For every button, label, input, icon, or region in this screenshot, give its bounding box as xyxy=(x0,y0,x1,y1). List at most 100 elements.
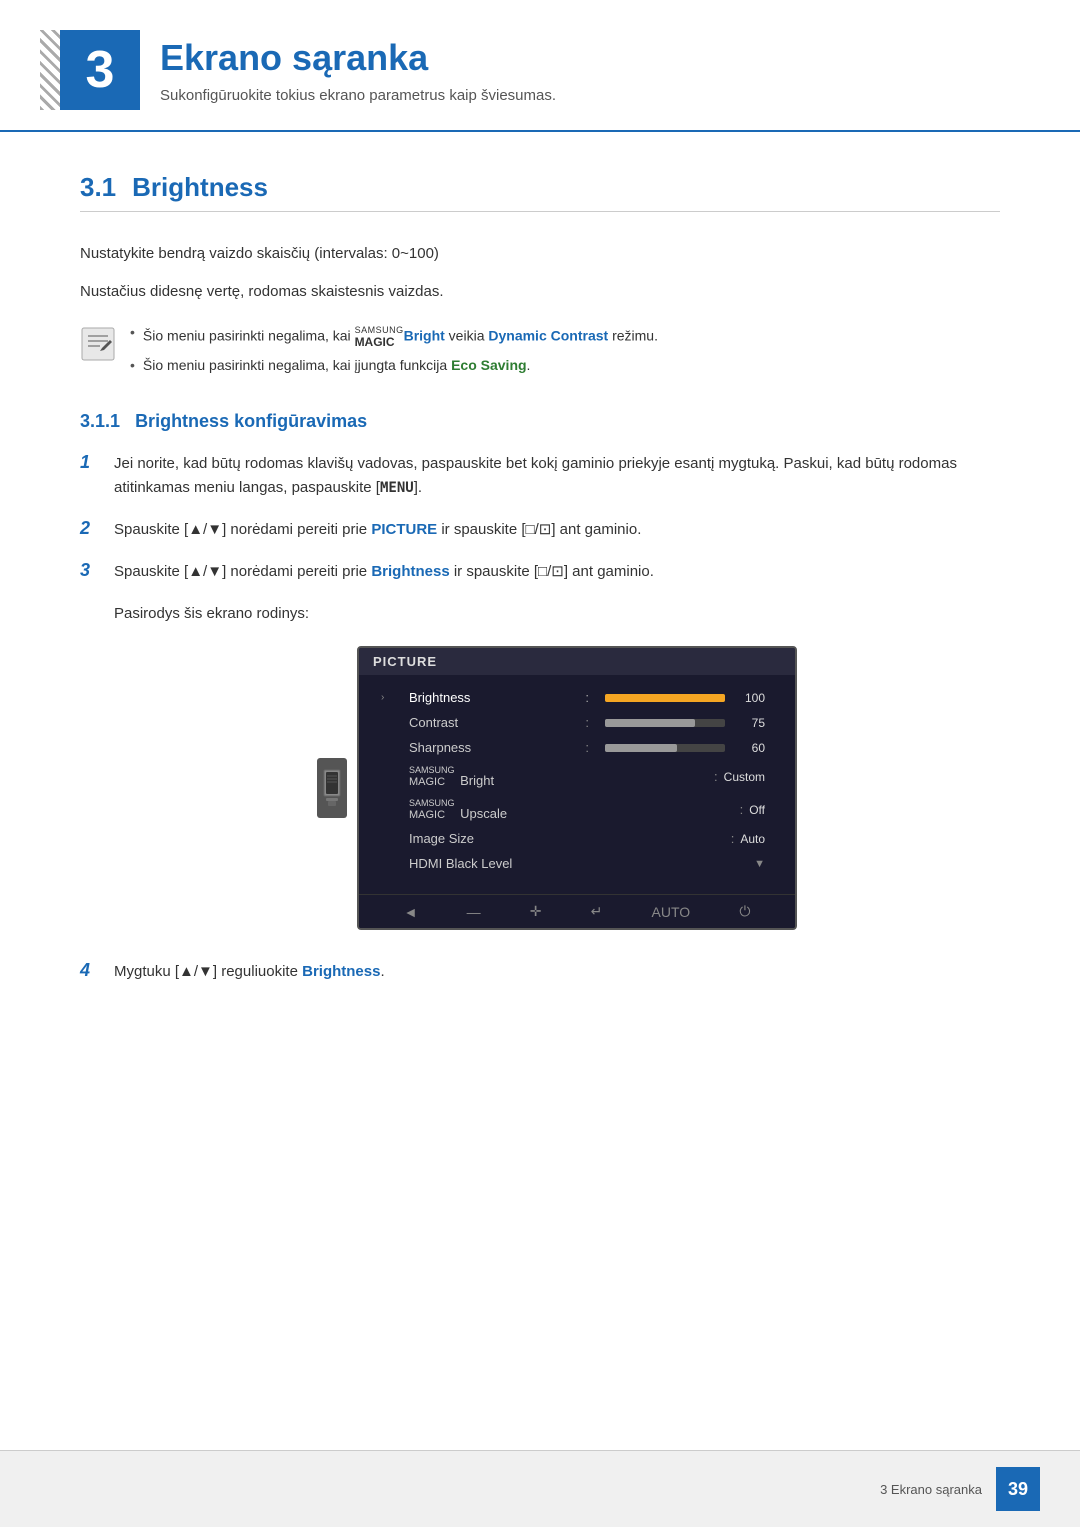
chapter-subtitle: Sukonfigūruokite tokius ekrano parametru… xyxy=(160,87,1020,104)
colon-image-size: : xyxy=(731,831,735,846)
chapter-number-block: 3 xyxy=(60,30,140,110)
step-number-2: 2 xyxy=(80,518,100,539)
brightness-bar-fill xyxy=(605,694,725,702)
monitor-icon-svg xyxy=(322,768,342,808)
sharpness-bar xyxy=(605,744,725,752)
note-text-2: Šio meniu pasirinkti negalima, kai įjung… xyxy=(143,357,531,373)
subsection-title-text: Brightness konfigūravimas xyxy=(135,411,367,431)
colon-contrast: : xyxy=(585,715,589,730)
menu-label-magic-upscale: SAMSUNG MAGIC Upscale xyxy=(409,798,734,821)
step-number-4: 4 xyxy=(80,960,100,981)
colon-upscale: : xyxy=(740,802,744,817)
menu-row-magic-upscale: SAMSUNG MAGIC Upscale : Off xyxy=(359,793,795,826)
menu-row-sharpness: Sharpness : 60 xyxy=(359,735,795,760)
note-lines: • Šio meniu pasirinkti negalima, kai SAM… xyxy=(130,324,1000,381)
bottom-icon-plus: ✛ xyxy=(530,903,542,920)
section-title: Brightness xyxy=(132,172,268,203)
menu-row-contrast: Contrast : 75 xyxy=(359,710,795,735)
note-text-1: Šio meniu pasirinkti negalima, kai SAMSU… xyxy=(143,324,658,349)
contrast-bar-fill xyxy=(605,719,695,727)
dynamic-contrast-highlight: Dynamic Contrast xyxy=(488,327,608,343)
note-line-1: • Šio meniu pasirinkti negalima, kai SAM… xyxy=(130,324,1000,349)
step-number-1: 1 xyxy=(80,452,100,473)
subsection-number: 3.1.1 xyxy=(80,411,120,431)
monitor-side-icon xyxy=(317,758,347,818)
step-text-3: Spauskite [▲/▼] norėdami pereiti prie Br… xyxy=(114,560,1000,584)
upscale-label: Upscale xyxy=(460,806,507,821)
contrast-value: 75 xyxy=(735,716,765,730)
step-3: 3 Spauskite [▲/▼] norėdami pereiti prie … xyxy=(80,560,1000,584)
colon-brightness: : xyxy=(585,690,589,705)
step-text-2: Spauskite [▲/▼] norėdami pereiti prie PI… xyxy=(114,518,1000,542)
footer-chapter-name: 3 Ekrano sąranka xyxy=(880,1482,982,1497)
chapter-title-block: Ekrano sąranka Sukonfigūruokite tokius e… xyxy=(160,37,1020,104)
monitor-display: PICTURE › Brightness : 100 Contra xyxy=(357,646,797,930)
colon-magic-bright: : xyxy=(714,769,718,784)
menu-label-sharpness: Sharpness xyxy=(409,740,579,755)
step-text-1: Jei norite, kad būtų rodomas klavišų vad… xyxy=(114,452,1000,500)
monitor-content: › Brightness : 100 Contrast : xyxy=(359,675,795,886)
menu-label-brightness: Brightness xyxy=(409,690,579,705)
section-header: 3.1 Brightness xyxy=(80,172,1000,212)
footer-page-number: 39 xyxy=(996,1467,1040,1511)
menu-label-magic-bright: SAMSUNG MAGIC Bright xyxy=(409,765,708,788)
step-2: 2 Spauskite [▲/▼] norėdami pereiti prie … xyxy=(80,518,1000,542)
page-footer: 3 Ekrano sąranka 39 xyxy=(0,1450,1080,1527)
bottom-icon-left: ◄ xyxy=(404,904,418,920)
menu-row-hdmi: HDMI Black Level ▼ xyxy=(359,851,795,876)
menu-row-image-size: Image Size : Auto xyxy=(359,826,795,851)
menu-key: MENU xyxy=(380,480,414,496)
monitor-wrapper: PICTURE › Brightness : 100 Contra xyxy=(317,646,797,930)
bullet-1: • xyxy=(130,324,135,340)
body-text-1: Nustatykite bendrą vaizdo skaisčių (inte… xyxy=(80,242,1000,266)
bright-highlight: Bright xyxy=(404,327,445,343)
bright-label: Bright xyxy=(460,773,494,788)
page-header: 3 Ekrano sąranka Sukonfigūruokite tokius… xyxy=(0,0,1080,132)
step-1: 1 Jei norite, kad būtų rodomas klavišų v… xyxy=(80,452,1000,500)
samsung-magic-brand: SAMSUNGMAGIC xyxy=(355,324,404,349)
note-line-2: • Šio meniu pasirinkti negalima, kai įju… xyxy=(130,357,1000,373)
monitor-bottom-bar: ◄ — ✛ ↵ AUTO ⏻ xyxy=(359,894,795,928)
brightness-highlight-step3: Brightness xyxy=(371,563,449,580)
sharpness-bar-fill xyxy=(605,744,677,752)
sharpness-value: 60 xyxy=(735,741,765,755)
brightness-highlight-step4: Brightness xyxy=(302,963,380,980)
menu-row-magic-bright: SAMSUNG MAGIC Bright : Custom xyxy=(359,760,795,793)
samsung-text-2: SAMSUNG MAGIC xyxy=(409,798,455,821)
picture-highlight: PICTURE xyxy=(371,521,437,538)
colon-sharpness: : xyxy=(585,740,589,755)
bottom-icon-power: ⏻ xyxy=(739,903,750,920)
note-box: • Šio meniu pasirinkti negalima, kai SAM… xyxy=(80,324,1000,381)
menu-label-hdmi: HDMI Black Level xyxy=(409,856,754,871)
chapter-title: Ekrano sąranka xyxy=(160,37,1020,79)
bottom-icon-auto: AUTO xyxy=(652,904,691,920)
image-size-value: Auto xyxy=(740,832,765,846)
magic-bright-value: Custom xyxy=(724,770,765,784)
step-4: 4 Mygtuku [▲/▼] reguliuokite Brightness. xyxy=(80,960,1000,984)
samsung-text: SAMSUNG MAGIC xyxy=(409,765,455,788)
body-text-2: Nustačius didesnę vertę, rodomas skaiste… xyxy=(80,280,1000,304)
main-content: 3.1 Brightness Nustatykite bendrą vaizdo… xyxy=(0,172,1080,984)
monitor-titlebar: PICTURE xyxy=(359,648,795,675)
menu-label-contrast: Contrast xyxy=(409,715,579,730)
bottom-icon-minus: — xyxy=(467,904,481,920)
brightness-value: 100 xyxy=(735,691,765,705)
step-number-3: 3 xyxy=(80,560,100,581)
bullet-2: • xyxy=(130,357,135,373)
bottom-icon-enter: ↵ xyxy=(591,903,603,920)
menu-arrow-brightness: › xyxy=(381,692,384,703)
upscale-value: Off xyxy=(749,803,765,817)
monitor-screenshot: PICTURE › Brightness : 100 Contra xyxy=(114,646,1000,930)
hdmi-down-arrow: ▼ xyxy=(754,858,765,870)
menu-label-image-size: Image Size xyxy=(409,831,725,846)
chapter-number: 3 xyxy=(86,40,115,100)
menu-row-brightness: › Brightness : 100 xyxy=(359,685,795,710)
brightness-bar xyxy=(605,694,725,702)
subsection-title: 3.1.1 Brightness konfigūravimas xyxy=(80,411,1000,432)
note-icon xyxy=(80,326,116,362)
eco-saving-highlight: Eco Saving xyxy=(451,357,526,373)
contrast-bar xyxy=(605,719,725,727)
step-3-note: Pasirodys šis ekrano rodinys: xyxy=(114,602,1000,626)
section-number: 3.1 xyxy=(80,172,116,203)
step-text-4: Mygtuku [▲/▼] reguliuokite Brightness. xyxy=(114,960,1000,984)
